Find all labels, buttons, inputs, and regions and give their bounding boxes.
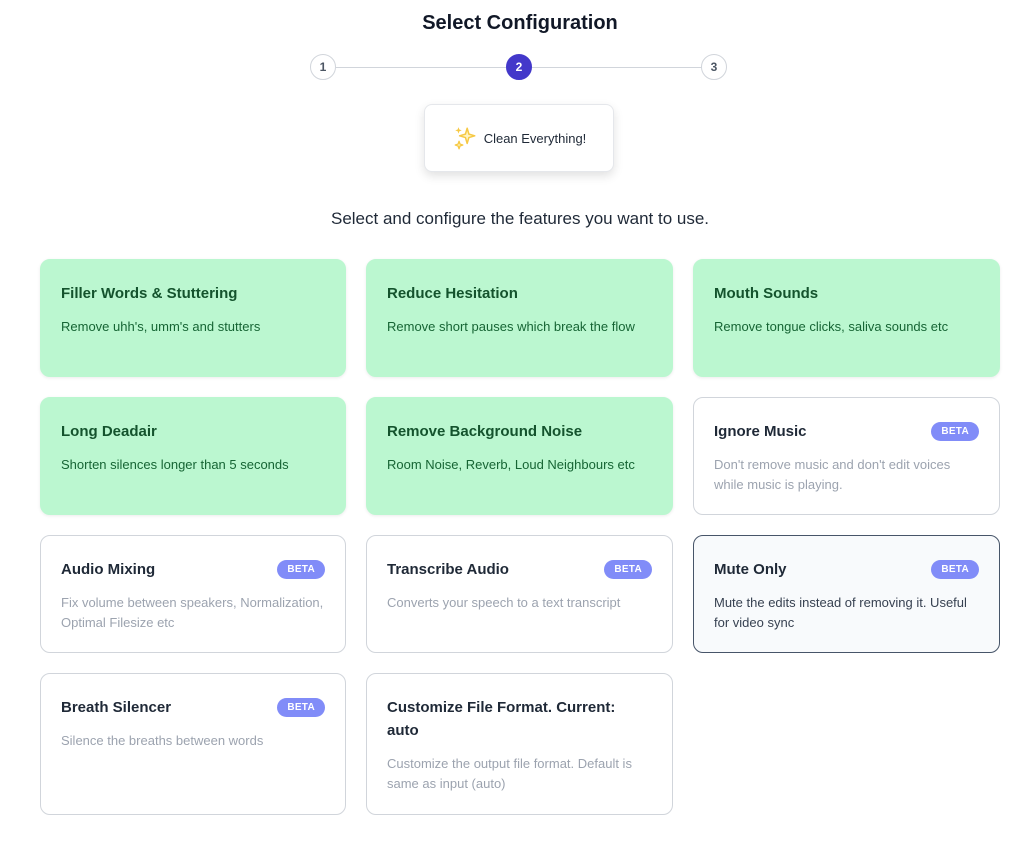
step-1[interactable]: 1 <box>310 54 336 80</box>
feature-title: Transcribe Audio <box>387 561 509 578</box>
feature-description: Room Noise, Reverb, Loud Neighbours etc <box>387 457 635 472</box>
stepper-line-1 <box>336 67 506 68</box>
feature-description: Don't remove music and don't edit voices… <box>714 457 951 492</box>
feature-card-mute-only[interactable]: Mute Only BETA Mute the edits instead of… <box>693 535 1000 653</box>
feature-description: Remove short pauses which break the flow <box>387 319 635 334</box>
feature-title: Long Deadair <box>61 423 157 440</box>
feature-description: Silence the breaths between words <box>61 733 264 748</box>
feature-card-ignore-music[interactable]: Ignore Music BETA Don't remove music and… <box>693 397 1000 515</box>
feature-description: Customize the output file format. Defaul… <box>387 756 632 791</box>
feature-card-breath-silencer[interactable]: Breath Silencer BETA Silence the breaths… <box>40 673 346 815</box>
beta-badge: BETA <box>277 560 325 579</box>
feature-card-filler-words[interactable]: Filler Words & Stuttering Remove uhh's, … <box>40 259 346 377</box>
feature-card-audio-mixing[interactable]: Audio Mixing BETA Fix volume between spe… <box>40 535 346 653</box>
feature-title: Reduce Hesitation <box>387 285 518 302</box>
feature-card-long-deadair[interactable]: Long Deadair Shorten silences longer tha… <box>40 397 346 515</box>
beta-badge: BETA <box>931 422 979 441</box>
page-subtitle: Select and configure the features you wa… <box>330 209 710 228</box>
clean-everything-label: Clean Everything! <box>483 130 587 146</box>
feature-title: Remove Background Noise <box>387 423 583 440</box>
feature-card-mouth-sounds[interactable]: Mouth Sounds Remove tongue clicks, saliv… <box>693 259 1000 377</box>
feature-title: Mute Only <box>714 561 787 578</box>
step-2[interactable]: 2 <box>506 54 532 80</box>
feature-description: Remove tongue clicks, saliva sounds etc <box>714 319 949 334</box>
stepper-line-2 <box>532 67 702 68</box>
beta-badge: BETA <box>931 560 979 579</box>
feature-card-remove-background-noise[interactable]: Remove Background Noise Room Noise, Reve… <box>366 397 673 515</box>
feature-card-transcribe-audio[interactable]: Transcribe Audio BETA Converts your spee… <box>366 535 673 653</box>
feature-grid: Filler Words & Stuttering Remove uhh's, … <box>40 259 1000 815</box>
feature-description: Converts your speech to a text transcrip… <box>387 595 621 610</box>
beta-badge: BETA <box>604 560 652 579</box>
feature-description: Shorten silences longer than 5 seconds <box>61 457 289 472</box>
clean-everything-button[interactable]: Clean Everything! <box>424 104 614 172</box>
stepper: 1 2 3 <box>310 54 728 82</box>
feature-title: Ignore Music <box>714 423 807 440</box>
step-3[interactable]: 3 <box>701 54 727 80</box>
feature-description: Fix volume between speakers, Normalizati… <box>61 595 324 630</box>
feature-title: Audio Mixing <box>61 561 156 578</box>
feature-description: Mute the edits instead of removing it. U… <box>714 595 967 630</box>
feature-title: Customize File Format. Current: auto <box>387 699 616 739</box>
page-title: Select Configuration <box>422 12 618 34</box>
feature-title: Breath Silencer <box>61 699 172 716</box>
feature-card-reduce-hesitation[interactable]: Reduce Hesitation Remove short pauses wh… <box>366 259 673 377</box>
feature-card-customize-file-format[interactable]: Customize File Format. Current: auto Cus… <box>366 673 673 815</box>
feature-title: Mouth Sounds <box>714 285 819 302</box>
sparkles-icon <box>454 127 476 150</box>
beta-badge: BETA <box>277 698 325 717</box>
feature-title: Filler Words & Stuttering <box>61 285 238 302</box>
feature-description: Remove uhh's, umm's and stutters <box>61 319 261 334</box>
